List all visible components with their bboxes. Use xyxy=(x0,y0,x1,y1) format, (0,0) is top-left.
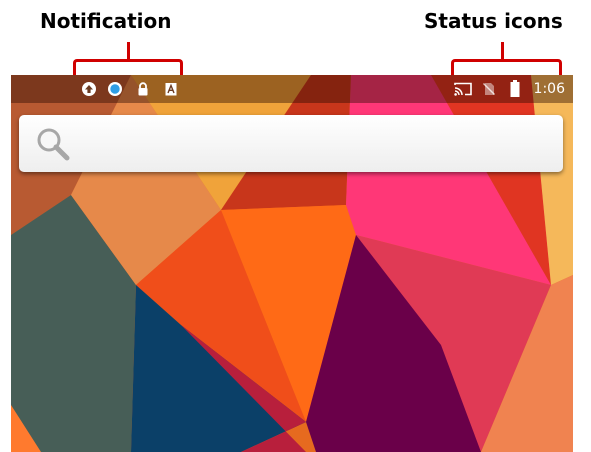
clock-time: 1:06 xyxy=(533,81,565,97)
notification-callout-label: Notification xyxy=(40,9,172,33)
search-icon[interactable] xyxy=(34,127,74,161)
lock-icon[interactable] xyxy=(136,82,150,96)
sync-icon[interactable] xyxy=(108,82,122,96)
keyboard-input-icon[interactable] xyxy=(164,82,178,96)
battery-icon xyxy=(510,80,520,97)
no-sim-icon[interactable] xyxy=(482,82,496,96)
search-bar[interactable] xyxy=(19,115,563,172)
home-screen: 1:06 xyxy=(11,75,573,452)
cast-icon[interactable] xyxy=(454,82,472,96)
status-icons-callout-stem xyxy=(501,42,504,60)
annotated-screenshot: Notification Status icons 1:06 xyxy=(0,0,591,452)
status-icons-callout-label: Status icons xyxy=(424,9,563,33)
notification-callout-stem xyxy=(127,42,130,60)
status-bar: 1:06 xyxy=(11,75,573,103)
upload-icon[interactable] xyxy=(82,82,96,96)
